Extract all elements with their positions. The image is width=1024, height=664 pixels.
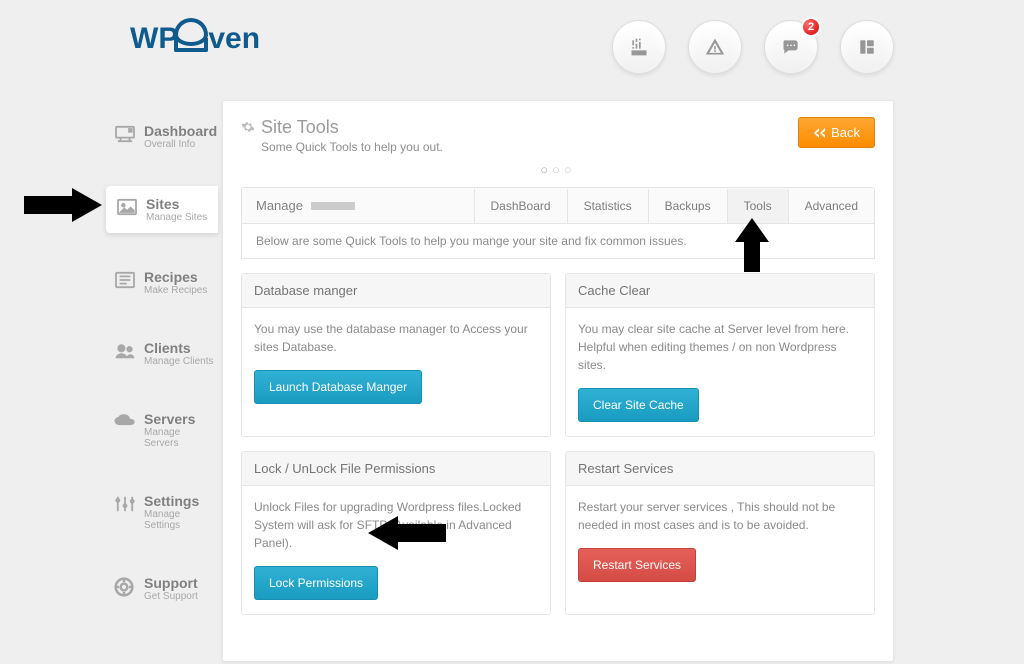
annotation-arrow-tools [735,218,769,272]
sidebar-item-sub: Make Recipes [144,285,207,296]
chef-hat-icon [174,18,208,46]
tabbar: Manage DashBoard Statistics Backups Tool… [241,187,875,259]
panel-subtitle: Some Quick Tools to help you out. [261,140,443,154]
clients-icon [114,342,136,360]
redacted-site-name [311,202,355,210]
manage-label-area: Manage [242,188,369,223]
sidebar-item-sub: Manage Servers [144,427,214,449]
settings-icon [114,495,136,513]
gear-icon [241,120,255,134]
sidebar-item-title: Servers [144,411,214,427]
sites-icon [116,198,138,216]
sidebar-item-sub: Manage Sites [146,212,207,223]
launch-database-manager-button[interactable]: Launch Database Manger [254,370,422,404]
main-panel: Site Tools Some Quick Tools to help you … [222,100,894,662]
card-title: Cache Clear [566,274,874,308]
back-arrows-icon [813,128,825,138]
card-restart-services: Restart Services Restart your server ser… [565,451,875,615]
sidebar-item-title: Clients [144,340,213,356]
sidebar-item-title: Recipes [144,269,207,285]
sidebar-item-servers[interactable]: ServersManage Servers [106,403,218,457]
cards-grid: Database manger You may use the database… [241,273,875,615]
layout-icon-button[interactable] [840,20,894,74]
dashboard-icon [114,125,136,143]
sidebar-item-title: Dashboard [144,123,217,139]
left-sidebar: DashboardOverall Info SitesManage Sites … [106,115,218,638]
back-label: Back [831,125,860,140]
tabbar-description: Below are some Quick Tools to help you m… [242,224,874,258]
recipes-icon [114,271,136,289]
sidebar-item-sub: Overall Info [144,139,217,150]
card-body-text: You may clear site cache at Server level… [578,320,862,374]
logo-text-right: ven [208,22,260,55]
pager-dots: ○○○ [241,162,875,177]
tab-dashboard[interactable]: DashBoard [474,189,567,223]
card-body-text: You may use the database manager to Acce… [254,320,538,356]
panel-header: Site Tools Some Quick Tools to help you … [241,117,875,154]
billing-icon-button[interactable] [612,20,666,74]
sidebar-item-settings[interactable]: SettingsManage Settings [106,485,218,539]
annotation-arrow-sites [24,188,102,222]
clear-site-cache-button[interactable]: Clear Site Cache [578,388,699,422]
card-body-text: Restart your server services , This shou… [578,498,862,534]
support-icon [114,577,136,595]
sidebar-item-sub: Get Support [144,591,198,602]
annotation-arrow-lock-permissions [368,516,446,550]
sidebar-item-support[interactable]: SupportGet Support [106,567,218,610]
header-actions: 2 [612,20,894,74]
manage-label: Manage [256,198,303,213]
sidebar-item-clients[interactable]: ClientsManage Clients [106,332,218,375]
messages-icon-button[interactable]: 2 [764,20,818,74]
tab-backups[interactable]: Backups [648,189,727,223]
sidebar-item-title: Sites [146,196,207,212]
tab-statistics[interactable]: Statistics [567,189,648,223]
alerts-icon-button[interactable] [688,20,742,74]
lock-permissions-button[interactable]: Lock Permissions [254,566,378,600]
tab-advanced[interactable]: Advanced [788,189,874,223]
back-button[interactable]: Back [798,117,875,148]
logo-text-left: WP [130,22,178,55]
sidebar-item-sites[interactable]: SitesManage Sites [106,186,218,233]
card-database-manager: Database manger You may use the database… [241,273,551,437]
card-title: Restart Services [566,452,874,486]
sidebar-item-dashboard[interactable]: DashboardOverall Info [106,115,218,158]
restart-services-button[interactable]: Restart Services [578,548,696,582]
card-title: Database manger [242,274,550,308]
card-cache-clear: Cache Clear You may clear site cache at … [565,273,875,437]
sidebar-item-sub: Manage Settings [144,509,214,531]
servers-icon [114,413,136,431]
panel-title: Site Tools [261,117,443,138]
card-title: Lock / UnLock File Permissions [242,452,550,486]
sidebar-item-recipes[interactable]: RecipesMake Recipes [106,261,218,304]
wpoven-logo[interactable]: WP ven [130,22,260,56]
notification-badge: 2 [801,17,821,37]
sidebar-item-title: Settings [144,493,214,509]
sidebar-item-sub: Manage Clients [144,356,213,367]
sidebar-item-title: Support [144,575,198,591]
